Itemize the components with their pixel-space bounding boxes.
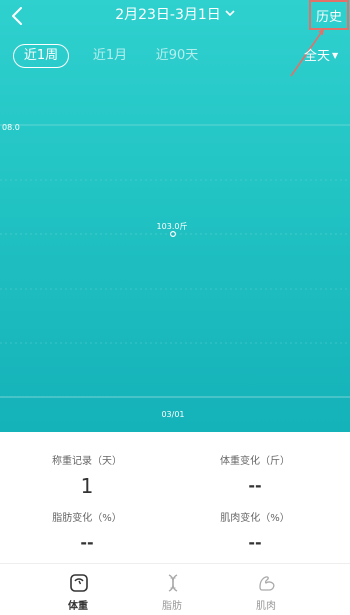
chevron-down-icon: [225, 10, 235, 17]
stat-value: --: [248, 533, 262, 552]
stat-weight-change: 体重变化（斤） --: [180, 455, 330, 499]
tab-week[interactable]: 近1周: [13, 44, 69, 68]
data-label: 103.0斤: [157, 221, 188, 231]
nav-muscle-label: 肌肉: [256, 601, 276, 612]
tab-month-label: 近1月: [92, 48, 128, 63]
stat-fat-change: 脂肪变化（%） --: [12, 512, 162, 556]
stat-label: 称重记录（天）: [52, 456, 122, 467]
tab-90-days[interactable]: 近90天: [152, 44, 202, 68]
back-button[interactable]: [6, 4, 30, 28]
bottom-nav: 体重 脂肪 肌肉: [0, 563, 350, 615]
date-range-selector: 2月23日-3月1日: [0, 6, 350, 24]
date-range-label: 2月23日-3月1日: [115, 7, 221, 23]
stat-label: 体重变化（斤）: [220, 456, 290, 467]
stat-weigh-days: 称重记录（天） 1: [12, 455, 162, 499]
nav-fat[interactable]: 脂肪: [137, 564, 207, 615]
nav-fat-label: 脂肪: [162, 601, 182, 612]
stat-value: 1: [80, 474, 94, 498]
stat-label: 肌肉变化（%）: [220, 513, 290, 524]
weight-chart-panel: 2月23日-3月1日 历史 近1周 近1月 近90天 全天 ▼ 08.0 103.…: [0, 0, 350, 432]
nav-muscle[interactable]: 肌肉: [231, 564, 301, 615]
history-label: 历史: [315, 9, 342, 25]
tab-90-days-label: 近90天: [155, 48, 199, 63]
scale-icon: [70, 574, 88, 592]
caret-down-icon: ▼: [332, 51, 339, 60]
tab-week-label: 近1周: [23, 48, 59, 63]
back-arrow-icon: [12, 7, 22, 25]
stat-value: --: [248, 476, 262, 495]
x-tick-label: 03/01: [161, 410, 184, 419]
period-select[interactable]: 全天 ▼: [304, 44, 338, 68]
date-range-button[interactable]: 2月23日-3月1日: [115, 7, 235, 23]
nav-weight-label: 体重: [68, 601, 88, 612]
dna-icon: [168, 574, 178, 592]
muscle-icon: [259, 576, 275, 591]
stat-label: 脂肪变化（%）: [52, 513, 122, 524]
y-tick-label: 08.0: [2, 123, 20, 132]
history-button[interactable]: 历史: [309, 0, 349, 30]
weight-line-chart: 08.0 103.0斤 03/01: [0, 123, 350, 419]
tab-month[interactable]: 近1月: [88, 44, 132, 68]
period-select-label: 全天: [304, 49, 331, 64]
data-point[interactable]: [170, 231, 177, 238]
stat-value: --: [80, 533, 94, 552]
nav-weight[interactable]: 体重: [43, 564, 113, 615]
stat-muscle-change: 肌肉变化（%） --: [180, 512, 330, 556]
